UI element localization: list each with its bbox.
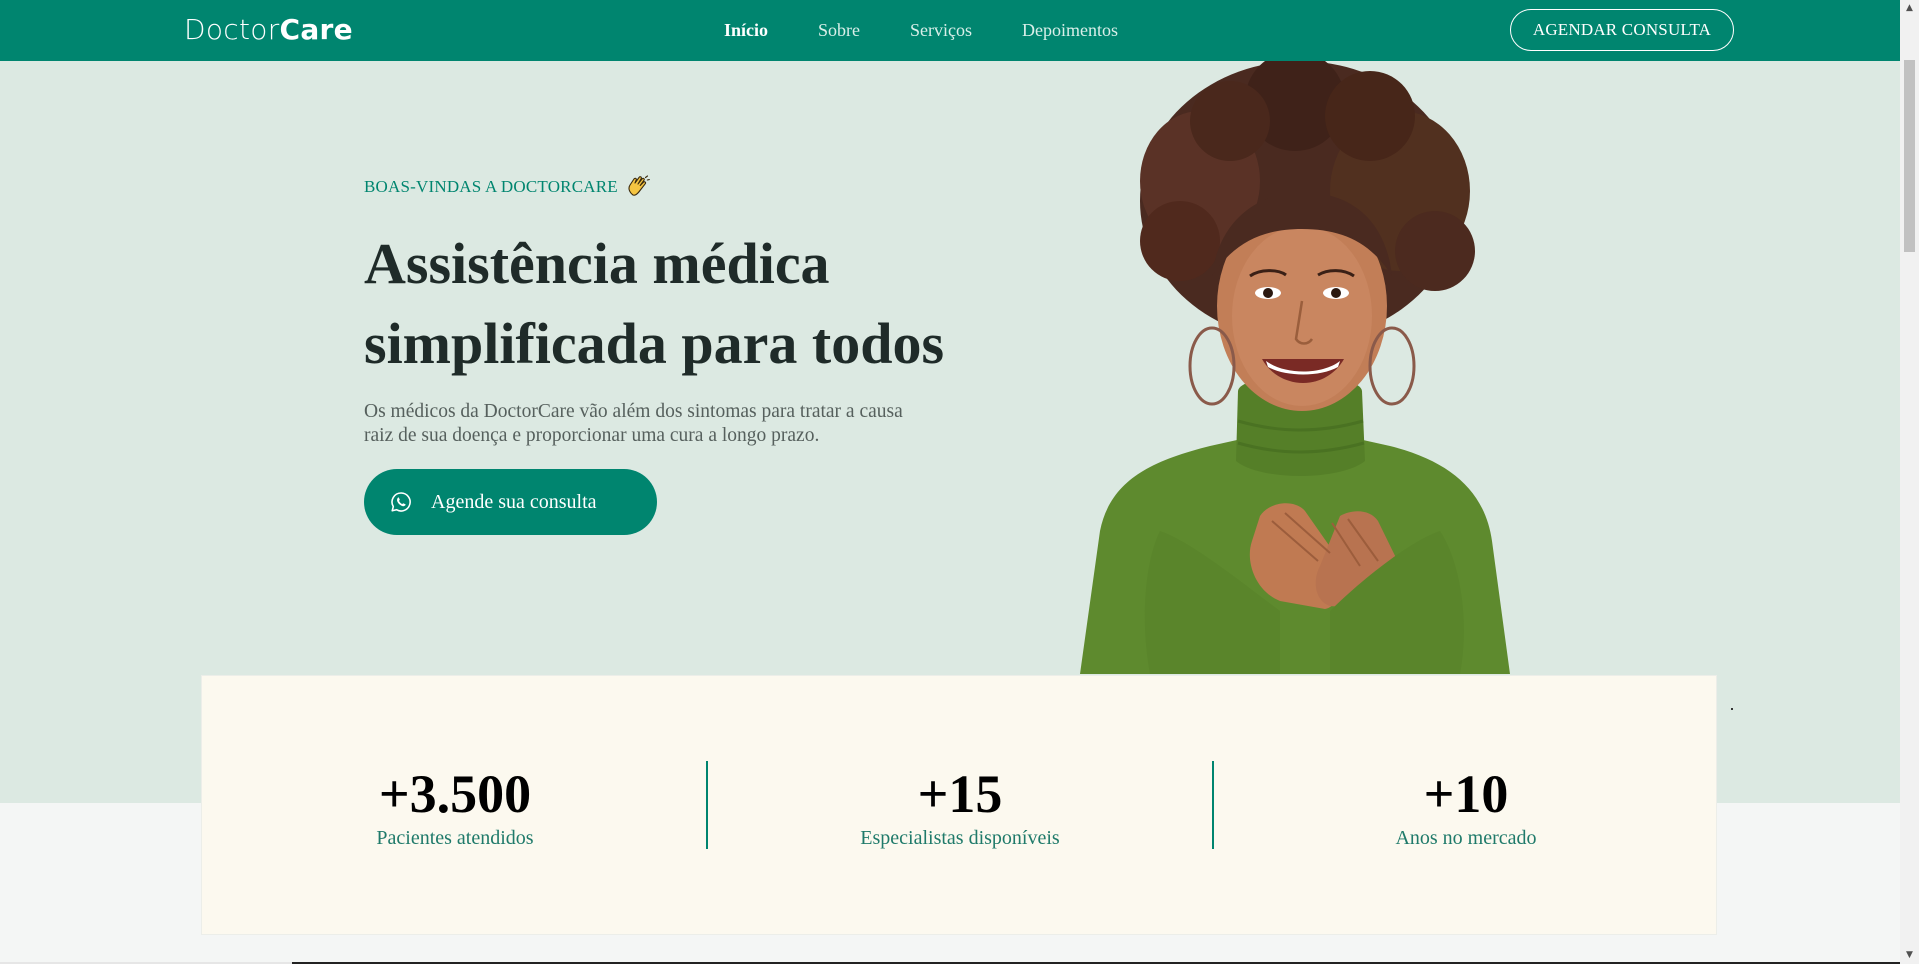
- smiling-woman-portrait: [1080, 61, 1510, 674]
- stats-panel: +3.500 Pacientes atendidos +15 Especiali…: [201, 675, 1717, 935]
- headline-line-1: Assistência médica: [364, 231, 830, 296]
- description-line-1: Os médicos da DoctorCare vão além dos si…: [364, 401, 903, 422]
- stat-patients: +3.500 Pacientes atendidos: [285, 764, 625, 850]
- scroll-up-arrow-icon[interactable]: ▲: [1900, 0, 1919, 17]
- stat-label: Pacientes atendidos: [376, 827, 534, 849]
- book-appointment-label: Agende sua consulta: [431, 490, 597, 513]
- logo-text-light: Doctor: [184, 13, 280, 46]
- hero-description: Os médicos da DoctorCare vão além dos si…: [364, 400, 964, 448]
- main-menu: Início Sobre Serviços Depoimentos: [724, 19, 1118, 41]
- description-line-2: raiz de sua doença e proporcionar uma cu…: [364, 425, 820, 446]
- stat-divider: [1212, 761, 1214, 849]
- stat-specialists: +15 Especialistas disponíveis: [790, 764, 1130, 850]
- stat-value: +15: [917, 764, 1003, 824]
- stat-divider: [706, 761, 708, 849]
- stray-dot: [1731, 708, 1733, 710]
- stat-value: +10: [1423, 764, 1509, 824]
- eyebrow-text: BOAS-VINDAS A DOCTORCARE: [364, 177, 618, 196]
- doctorcare-logo[interactable]: DoctorCare: [184, 13, 353, 47]
- nav-link-inicio[interactable]: Início: [724, 19, 768, 41]
- waving-hand-icon: [628, 175, 651, 196]
- book-appointment-button[interactable]: Agende sua consulta: [364, 469, 657, 535]
- headline-line-2: simplificada para todos: [364, 311, 945, 376]
- vertical-scrollbar[interactable]: ▲ ▼: [1900, 0, 1919, 964]
- logo-text-strong: Care: [279, 13, 353, 46]
- stat-label: Anos no mercado: [1395, 827, 1537, 849]
- stat-value: +3.500: [378, 764, 532, 824]
- nav-link-servicos[interactable]: Serviços: [910, 19, 972, 41]
- nav-link-depoimentos[interactable]: Depoimentos: [1022, 19, 1118, 41]
- stat-years: +10 Anos no mercado: [1296, 764, 1636, 850]
- nav-link-sobre[interactable]: Sobre: [818, 19, 860, 41]
- hero-eyebrow: BOAS-VINDAS A DOCTORCARE: [364, 175, 651, 197]
- scroll-down-arrow-icon[interactable]: ▼: [1900, 947, 1919, 964]
- stat-label: Especialistas disponíveis: [860, 827, 1060, 849]
- top-navbar: DoctorCare Início Sobre Serviços Depoime…: [0, 0, 1900, 61]
- whatsapp-icon: [391, 492, 411, 512]
- hero-headline: Assistência médica simplificada para tod…: [364, 224, 1004, 384]
- schedule-appointment-button[interactable]: AGENDAR CONSULTA: [1510, 9, 1734, 51]
- scroll-thumb[interactable]: [1904, 60, 1915, 252]
